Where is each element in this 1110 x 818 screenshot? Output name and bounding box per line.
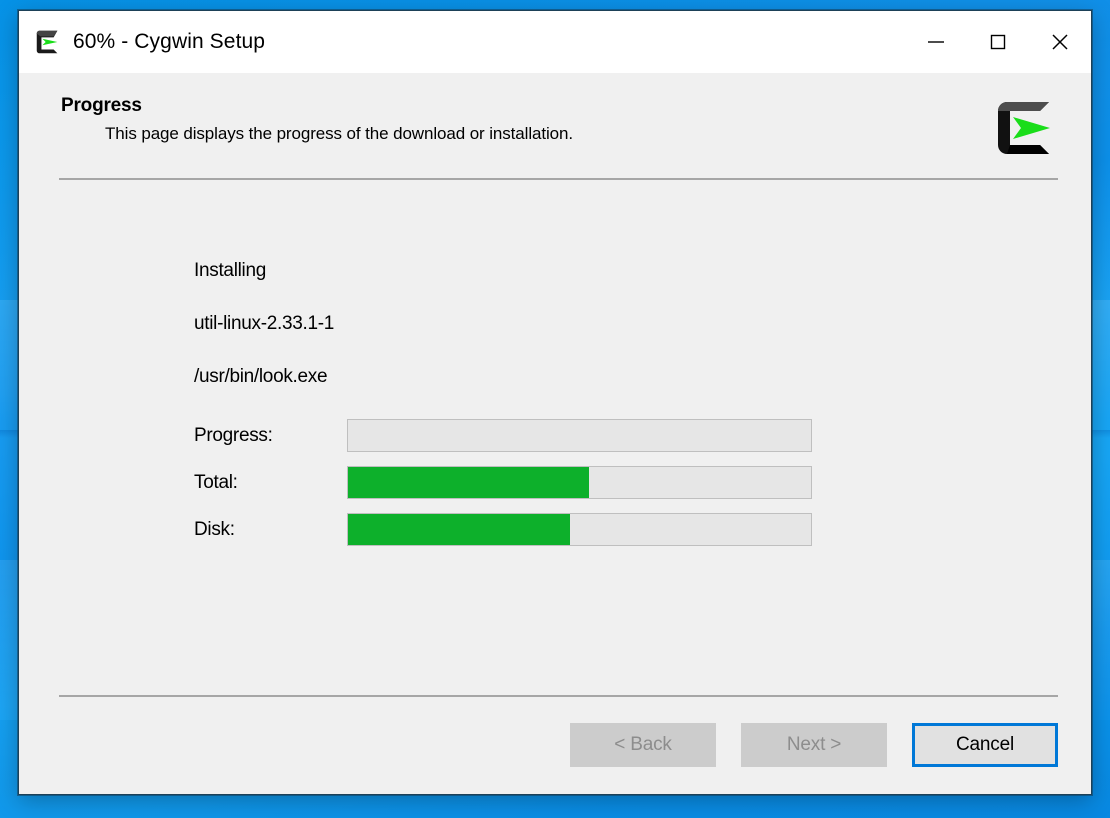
progress-content: Installing util-linux-2.33.1-1 /usr/bin/… (19, 180, 1091, 695)
desktop-background: 60% - Cygwin Setup Progress This page di… (0, 0, 1110, 818)
minimize-button[interactable] (905, 11, 967, 73)
maximize-icon (990, 34, 1006, 50)
cancel-button[interactable]: Cancel (912, 723, 1058, 767)
window-title: 60% - Cygwin Setup (73, 30, 266, 53)
page-header: Progress This page displays the progress… (19, 73, 1091, 159)
status-lines: Installing util-linux-2.33.1-1 /usr/bin/… (194, 180, 1051, 388)
progress-row-progress: Progress: (194, 419, 1051, 452)
progress-row-total: Total: (194, 466, 1051, 499)
cygwin-setup-window: 60% - Cygwin Setup Progress This page di… (18, 10, 1092, 795)
progress-bar-fill (348, 467, 589, 498)
progress-row-disk: Disk: (194, 513, 1051, 546)
title-bar[interactable]: 60% - Cygwin Setup (19, 11, 1091, 73)
progress-bar-progress (347, 419, 812, 452)
title-bar-left: 60% - Cygwin Setup (33, 27, 905, 57)
progress-bars: Progress: Total: Disk: (194, 419, 1051, 546)
close-button[interactable] (1029, 11, 1091, 73)
progress-label: Progress: (194, 424, 273, 446)
progress-bar-disk (347, 513, 812, 546)
status-file: /usr/bin/look.exe (194, 366, 328, 387)
minimize-icon (928, 41, 944, 43)
status-package: util-linux-2.33.1-1 (194, 313, 335, 334)
page-subtitle: This page displays the progress of the d… (105, 124, 573, 143)
dialog-buttons: < Back Next > Cancel (59, 697, 1058, 794)
window-controls (905, 11, 1091, 73)
total-label: Total: (194, 471, 238, 493)
close-icon (1052, 34, 1068, 50)
disk-label: Disk: (194, 518, 235, 540)
progress-bar-fill (348, 514, 571, 545)
next-button: Next > (741, 723, 887, 767)
progress-bar-total (347, 466, 812, 499)
cygwin-logo-icon (998, 102, 1050, 154)
status-action: Installing (194, 260, 266, 281)
cygwin-logo-icon (36, 30, 58, 54)
page-header-text: Progress This page displays the progress… (61, 95, 993, 144)
page-title: Progress (61, 95, 142, 116)
maximize-button[interactable] (967, 11, 1029, 73)
back-button: < Back (570, 723, 716, 767)
dialog-footer: < Back Next > Cancel (19, 695, 1091, 794)
